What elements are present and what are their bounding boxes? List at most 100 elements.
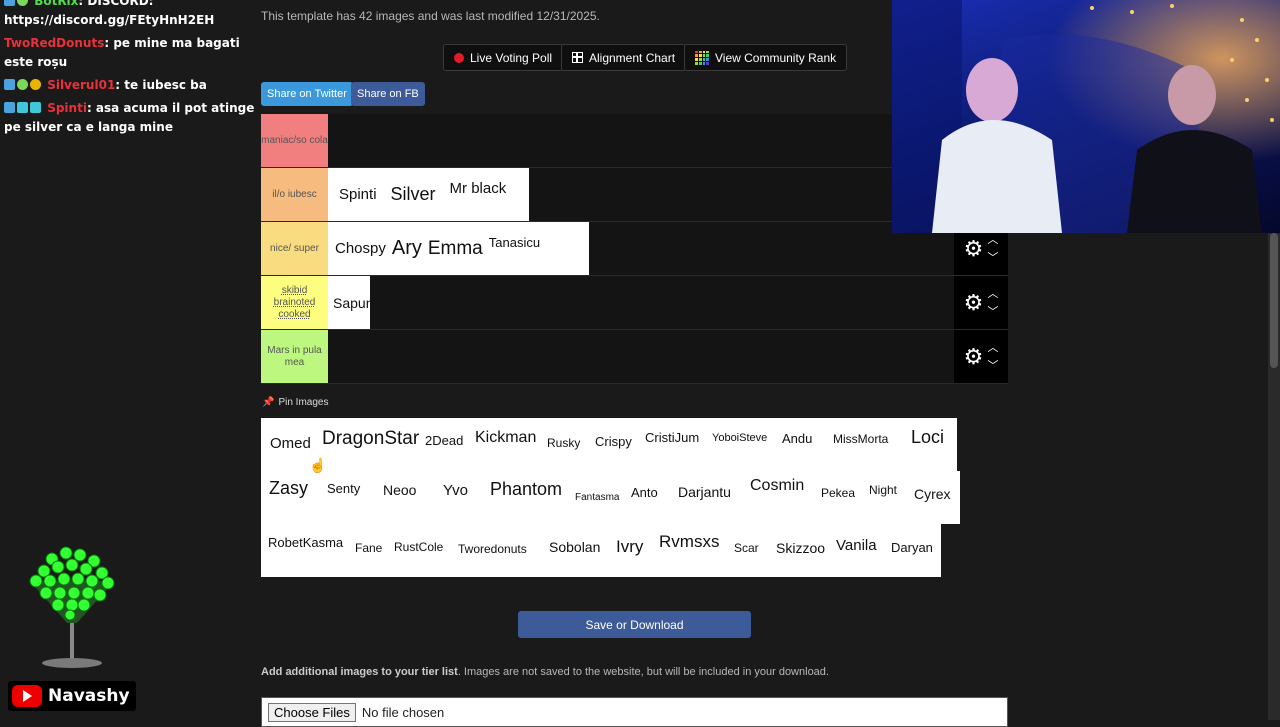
pool-item[interactable]: Crispy	[595, 434, 632, 449]
pool-item[interactable]: Phantom	[490, 479, 562, 500]
tier-item[interactable]: Ary	[391, 237, 423, 260]
chat-message: : DISCORD:	[78, 0, 154, 8]
chat-line: TwoRedDonuts: pe mine ma bagati este roș…	[0, 34, 255, 72]
community-rank-button[interactable]: View Community Rank	[684, 44, 848, 71]
share-fb-button[interactable]: Share on FB	[351, 82, 425, 106]
community-rank-label: View Community Rank	[715, 50, 837, 65]
share-twitter-button[interactable]: Share on Twitter	[261, 82, 353, 106]
pool-item[interactable]: YoboiSteve	[712, 432, 767, 444]
grid-icon	[572, 52, 583, 63]
tier-dropzone[interactable]	[328, 330, 954, 383]
gear-icon[interactable]: ⚙	[964, 237, 984, 260]
gear-icon[interactable]: ⚙	[964, 291, 984, 314]
pin-images-toggle[interactable]: 📌 Pin Images	[262, 397, 328, 408]
badge-icon	[4, 79, 15, 90]
pool-item[interactable]: Ivry	[616, 537, 643, 557]
pool-item[interactable]: Scar	[734, 541, 759, 555]
choose-files-button[interactable]: Choose Files	[268, 702, 356, 722]
pool-item[interactable]: Anto	[631, 485, 658, 500]
pool-item[interactable]: Zasy	[269, 478, 308, 499]
chat-message: https://discord.gg/FEtyHnH2EH	[4, 13, 215, 27]
pool-item[interactable]: Pekea	[821, 486, 855, 500]
pool-item[interactable]: Fantasma	[575, 492, 619, 503]
pool-row: Omed DragonStar 2Dead Kickman Rusky Cris…	[261, 418, 957, 471]
tier-item[interactable]: Sapun	[328, 295, 378, 311]
pool-item[interactable]: Night	[869, 483, 897, 497]
file-input[interactable]: Choose Files No file chosen	[261, 697, 1008, 727]
pool-item[interactable]: Rusky	[547, 436, 580, 450]
youtube-icon	[12, 685, 42, 707]
chevron-up-icon[interactable]: ︿	[987, 285, 998, 303]
add-images-note: . Images are not saved to the website, b…	[457, 666, 829, 678]
tier-item[interactable]: Tanasicu	[488, 235, 541, 250]
gear-icon[interactable]: ⚙	[964, 345, 984, 368]
pool-item[interactable]: Rvmsxs	[659, 532, 719, 552]
add-images-text: Add additional images to your tier list.…	[261, 666, 829, 678]
pool-item[interactable]: DragonStar	[322, 428, 419, 450]
tier-item[interactable]: Emma	[427, 238, 484, 260]
chevron-up-icon[interactable]: ︿	[987, 339, 998, 357]
tier-item[interactable]: Chospy	[334, 240, 387, 257]
tier-items: Spinti Silver Mr black	[328, 168, 529, 221]
pool-item[interactable]: Neoo	[383, 482, 416, 498]
chat-username: Silverul01	[47, 78, 116, 92]
tier-item[interactable]: Spinti	[334, 186, 382, 203]
pool-item[interactable]: Daryan	[891, 540, 933, 555]
chat-line: https://discord.gg/FEtyHnH2EH	[0, 11, 255, 30]
tier-label[interactable]: nice/ super	[261, 222, 328, 275]
mosaic-icon	[695, 50, 709, 65]
pool-item[interactable]: Cyrex	[914, 486, 951, 502]
pool-item[interactable]: CristiJum	[645, 430, 699, 445]
tier-item[interactable]: Mr black	[445, 180, 512, 197]
badge-icon	[30, 102, 41, 113]
badge-icon	[4, 102, 15, 113]
tier-items: Sapun	[328, 276, 373, 329]
tier-item[interactable]: Silver	[386, 184, 441, 205]
badge-icon	[4, 0, 15, 6]
pool-item[interactable]: 2Dead	[425, 433, 463, 448]
pool-item[interactable]: Andu	[782, 431, 812, 446]
chevron-up-icon[interactable]: ︿	[987, 231, 998, 249]
chevron-down-icon[interactable]: ﹀	[987, 357, 998, 375]
pool-item[interactable]: RobetKasma	[268, 535, 343, 550]
tier-label[interactable]: Mars in pula mea	[261, 330, 328, 383]
pool-item[interactable]: MissMorta	[833, 432, 888, 446]
pool-item[interactable]: Cosmin	[750, 477, 804, 495]
chevron-down-icon[interactable]: ﹀	[987, 303, 998, 321]
live-voting-button[interactable]: Live Voting Poll	[443, 44, 564, 71]
pool-item[interactable]: Kickman	[475, 429, 536, 447]
pool-item[interactable]: Skizzoo	[776, 540, 825, 556]
tier-label[interactable]: skibid brainoted cooked	[261, 276, 328, 329]
page-scrollbar[interactable]	[1268, 233, 1280, 720]
pool-item[interactable]: Omed	[270, 435, 311, 452]
chat-line: Silverul01: te iubesc ba	[0, 76, 255, 95]
pool-item[interactable]: Fane	[355, 541, 382, 555]
pool-row: RobetKasma Fane RustCole Tworedonuts Sob…	[261, 524, 941, 577]
chat-line: Spinti: asa acuma il pot atinge pe silve…	[0, 99, 255, 137]
tier-label[interactable]: maniac/so cola	[261, 114, 328, 167]
chevron-down-icon[interactable]: ﹀	[987, 249, 998, 267]
file-status: No file chosen	[361, 704, 445, 720]
pool-item[interactable]: Tworedonuts	[458, 542, 527, 556]
tier-label[interactable]: il/o iubesc	[261, 168, 328, 221]
alignment-chart-button[interactable]: Alignment Chart	[561, 44, 687, 71]
pool-item[interactable]: Vanila	[836, 537, 877, 554]
pool-item[interactable]: Senty	[327, 481, 360, 496]
tier-items: Chospy Ary Emma Tanasicu	[328, 222, 589, 275]
chat-username: TwoRedDonuts	[4, 36, 105, 50]
tier-dropzone[interactable]: Sapun	[328, 276, 954, 329]
tier-row: skibid brainoted cooked Sapun ⚙ ︿ ﹀	[261, 276, 1008, 330]
badge-icon	[17, 0, 28, 6]
save-download-button[interactable]: Save or Download	[518, 611, 751, 638]
tier-controls: ⚙ ︿ ﹀	[954, 330, 1008, 383]
pool-item[interactable]: Darjantu	[678, 484, 731, 500]
pool-item[interactable]: Sobolan	[549, 539, 600, 555]
add-images-heading: Add additional images to your tier list	[261, 666, 458, 678]
pool-item[interactable]: Yvo	[443, 482, 468, 499]
scrollbar-thumb[interactable]	[1270, 233, 1278, 368]
chat-message: : te iubesc ba	[115, 78, 207, 92]
tier-dropzone[interactable]: Chospy Ary Emma Tanasicu	[328, 222, 954, 275]
tier-controls: ⚙ ︿ ﹀	[954, 276, 1008, 329]
pool-item[interactable]: RustCole	[394, 540, 443, 554]
pool-item[interactable]: Loci	[911, 427, 944, 448]
